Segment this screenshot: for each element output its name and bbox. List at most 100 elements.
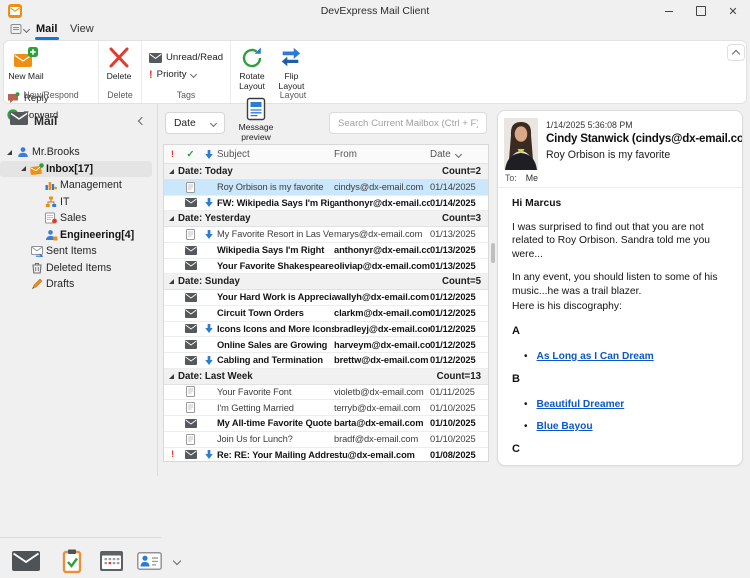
priority-column-icon[interactable]: ! xyxy=(164,149,181,160)
scrollbar-thumb[interactable] xyxy=(491,243,495,263)
song-link[interactable]: Blue Bayou xyxy=(537,420,593,433)
expander-icon[interactable] xyxy=(18,165,29,172)
chevron-left-icon[interactable] xyxy=(138,117,146,125)
read-column-icon[interactable]: ✓ xyxy=(181,149,200,160)
rotate-layout-icon xyxy=(240,46,264,70)
mail-subject: Your Favorite Shakespeare Play xyxy=(217,261,334,271)
mail-row[interactable]: Circuit Town Ordersclarkm@dx-email.com01… xyxy=(164,306,488,322)
dock-mail-button[interactable] xyxy=(0,551,52,571)
close-button[interactable]: ✕ xyxy=(724,2,742,20)
mail-group-header[interactable]: Date: SundayCount=5 xyxy=(164,274,488,290)
mail-row[interactable]: Your Favorite Fontvioletb@dx-email.com01… xyxy=(164,385,488,401)
expander-icon[interactable] xyxy=(164,373,178,380)
inbox-icon xyxy=(29,163,45,175)
group-caption: Layout xyxy=(231,90,355,100)
mail-row[interactable]: Join Us for Lunch?bradf@dx-email.com01/1… xyxy=(164,432,488,448)
sidebar-item-deleted-items[interactable]: Deleted Items xyxy=(0,260,152,277)
arrow-down-icon xyxy=(200,198,217,207)
quick-access-toolbar-button[interactable] xyxy=(10,23,29,35)
sidebar-item-inbox[interactable]: Inbox [17] xyxy=(0,161,152,178)
mail-row[interactable]: Your Favorite Shakespeare Playoliviap@dx… xyxy=(164,259,488,275)
chevron-down-icon xyxy=(23,25,30,32)
dock-more-button[interactable] xyxy=(168,558,186,564)
group-by-dropdown[interactable]: Date xyxy=(165,112,225,134)
maximize-button[interactable] xyxy=(692,2,710,20)
mail-group-header[interactable]: Date: TodayCount=2 xyxy=(164,164,488,180)
sidebar-item-management[interactable]: Management xyxy=(0,177,152,194)
sidebar-item-engineering[interactable]: Engineering [4] xyxy=(0,227,152,244)
envelope-icon xyxy=(181,293,200,302)
mail-date: 01/12/2025 xyxy=(430,324,488,334)
mail-row[interactable]: Icons Icons and More Iconsbradleyj@dx-em… xyxy=(164,322,488,338)
minimize-button[interactable] xyxy=(660,2,678,20)
group-count: Count=13 xyxy=(437,371,488,382)
envelope-icon xyxy=(181,309,200,318)
new-mail-button[interactable]: New Mail xyxy=(7,41,45,82)
chevron-down-icon xyxy=(210,119,217,126)
list-item: Blue Bayou xyxy=(524,420,730,433)
mail-row[interactable]: Cabling and Terminationbrettw@dx-email.c… xyxy=(164,353,488,369)
arrow-down-icon xyxy=(200,324,217,333)
mail-row[interactable]: I'm Getting Marriedterryb@dx-email.com01… xyxy=(164,400,488,416)
tab-mail[interactable]: Mail xyxy=(36,23,57,35)
envelope-icon xyxy=(181,261,200,270)
mail-date: 01/11/2025 xyxy=(430,387,488,397)
mail-from: anthonyr@dx-email.com xyxy=(334,245,430,255)
mail-group-header[interactable]: Date: Last WeekCount=13 xyxy=(164,369,488,385)
song-list: As Long as I Can Dream xyxy=(512,350,730,363)
flip-layout-button[interactable]: Flip Layout xyxy=(274,41,308,92)
delete-button[interactable]: Delete xyxy=(102,41,136,82)
sidebar-item-sent-items[interactable]: Sent Items xyxy=(0,243,152,260)
sidebar-item-drafts[interactable]: Drafts xyxy=(0,276,152,293)
sent-items-icon xyxy=(29,246,45,257)
expander-icon[interactable] xyxy=(164,278,178,285)
group-caption: Delete xyxy=(99,90,141,100)
subject-column-header[interactable]: Subject xyxy=(217,149,334,160)
rotate-layout-button[interactable]: Rotate Layout xyxy=(234,41,270,92)
mail-row[interactable]: Roy Orbison is my favoritecindys@dx-emai… xyxy=(164,180,488,196)
tab-view[interactable]: View xyxy=(70,23,94,35)
date-column-header[interactable]: Date xyxy=(430,149,488,160)
song-link[interactable]: As Long as I Can Dream xyxy=(537,350,654,363)
mail-from: harveym@dx-email.com xyxy=(334,340,430,350)
delete-icon xyxy=(108,46,130,70)
mail-row[interactable]: Wikipedia Says I'm Rightanthonyr@dx-emai… xyxy=(164,243,488,259)
sidebar-item-it[interactable]: IT xyxy=(0,194,152,211)
unread-read-button[interactable]: Unread/Read xyxy=(149,49,223,66)
mail-row[interactable]: My Favorite Resort in Las Vegasmarys@dx-… xyxy=(164,227,488,243)
mail-subject: FW: Wikipedia Says I'm Right xyxy=(217,198,334,208)
arrow-down-icon xyxy=(200,230,217,239)
group-count: Count=5 xyxy=(442,276,488,287)
arrow-column-icon[interactable] xyxy=(200,150,217,159)
expander-icon[interactable] xyxy=(4,149,15,156)
mail-subject: Circuit Town Orders xyxy=(217,308,334,318)
from-column-header[interactable]: From xyxy=(334,149,430,160)
sidebar-title: Mail xyxy=(34,114,57,128)
mail-date: 01/13/2025 xyxy=(430,245,488,255)
list-item: Beautiful Dreamer xyxy=(524,398,730,411)
sidebar-item-mr-brooks[interactable]: Mr.Brooks xyxy=(0,144,152,161)
mail-group-header[interactable]: Date: YesterdayCount=3 xyxy=(164,211,488,227)
expander-icon[interactable] xyxy=(164,168,178,175)
mail-date: 01/12/2025 xyxy=(430,292,488,302)
dock-tasks-button[interactable] xyxy=(52,549,92,574)
dock-calendar-button[interactable] xyxy=(92,551,130,571)
dock-contacts-button[interactable] xyxy=(130,552,168,570)
search-input[interactable] xyxy=(329,112,487,134)
priority-button[interactable]: ! Priority xyxy=(149,66,223,83)
mail-row[interactable]: Online Sales are Growingharveym@dx-email… xyxy=(164,337,488,353)
sidebar-item-sales[interactable]: Sales xyxy=(0,210,152,227)
calendar-dock-icon xyxy=(100,551,123,571)
mail-row[interactable]: Your Hard Work is Appreciatedwallyh@dx-e… xyxy=(164,290,488,306)
ribbon-collapse-button[interactable] xyxy=(727,44,745,61)
sender-avatar xyxy=(504,118,538,170)
ribbon-group-delete: Delete Delete xyxy=(99,41,142,103)
chevron-down-icon xyxy=(189,71,196,78)
folder-label: Mr.Brooks xyxy=(32,146,80,158)
mail-row[interactable]: FW: Wikipedia Says I'm Rightanthonyr@dx-… xyxy=(164,196,488,212)
mail-row[interactable]: !Re: RE: Your Mailing Addressstu@dx-emai… xyxy=(164,448,488,463)
expander-icon[interactable] xyxy=(164,215,178,222)
mail-row[interactable]: My All-time Favorite Quotebarta@dx-email… xyxy=(164,416,488,432)
note-icon xyxy=(181,402,200,413)
song-link[interactable]: Beautiful Dreamer xyxy=(537,398,625,411)
